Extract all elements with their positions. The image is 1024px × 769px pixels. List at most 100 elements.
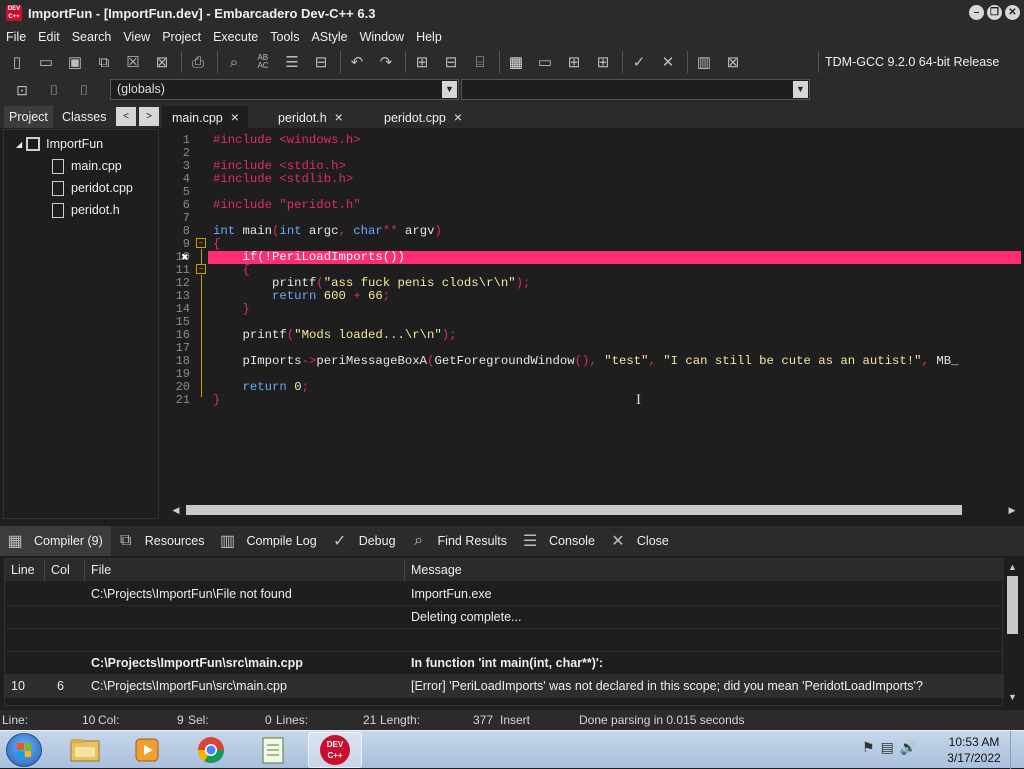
- open-file-icon[interactable]: ▭: [33, 50, 59, 74]
- tab-peridot-h[interactable]: peridot.h ×: [270, 106, 358, 130]
- chrome-icon[interactable]: [184, 732, 238, 768]
- close-tab-icon[interactable]: ×: [335, 109, 343, 125]
- goto-bookmark-icon[interactable]: ⊡: [10, 79, 34, 101]
- menu-view[interactable]: View: [117, 30, 156, 44]
- code-line[interactable]: printf("Mods loaded...\r\n");: [213, 329, 958, 342]
- table-row[interactable]: [5, 629, 1004, 652]
- horizontal-scrollbar[interactable]: ◀ ▶: [168, 502, 1020, 518]
- fold-toggle-icon[interactable]: −: [196, 264, 206, 274]
- chevron-down-icon[interactable]: ▼: [793, 81, 808, 98]
- redo-icon[interactable]: ↷: [373, 50, 399, 74]
- file-explorer-icon[interactable]: [58, 732, 112, 768]
- notepad-icon[interactable]: [246, 732, 300, 768]
- code-line[interactable]: #include "peridot.h": [213, 199, 958, 212]
- devcpp-icon[interactable]: DEV C++: [308, 732, 362, 768]
- menu-project[interactable]: Project: [156, 30, 207, 44]
- table-row[interactable]: C:\Projects\ImportFun\src\main.cpp In fu…: [5, 652, 1004, 675]
- tab-find-results[interactable]: ⌕ Find Results: [404, 526, 515, 556]
- code-line[interactable]: }: [213, 303, 958, 316]
- project-options-icon[interactable]: ⌸: [467, 50, 493, 74]
- network-icon[interactable]: ▤: [881, 739, 894, 756]
- code-line[interactable]: [213, 368, 958, 381]
- menu-tools[interactable]: Tools: [264, 30, 305, 44]
- menu-execute[interactable]: Execute: [207, 30, 264, 44]
- scroll-down-icon[interactable]: ▼: [1004, 690, 1021, 704]
- tab-debug[interactable]: ✓ Debug: [325, 526, 404, 556]
- table-row[interactable]: C:\Projects\ImportFun\File not found Imp…: [5, 583, 1004, 606]
- compile-icon[interactable]: ▦: [503, 50, 529, 74]
- media-player-icon[interactable]: [120, 732, 174, 768]
- run-icon[interactable]: ▭: [532, 50, 558, 74]
- tab-peridot-cpp[interactable]: peridot.cpp ×: [376, 106, 476, 130]
- delete-profile-icon[interactable]: ⊠: [720, 50, 746, 74]
- scroll-up-icon[interactable]: ▲: [1004, 560, 1021, 574]
- vertical-scrollbar[interactable]: ▲ ▼: [1004, 558, 1021, 706]
- close-file-icon[interactable]: ☒: [120, 50, 146, 74]
- menu-help[interactable]: Help: [410, 30, 448, 44]
- action-center-icon[interactable]: ⚑: [862, 739, 875, 756]
- menu-edit[interactable]: Edit: [32, 30, 66, 44]
- scroll-right-icon[interactable]: ▶: [1006, 504, 1018, 516]
- code-line[interactable]: pImports->periMessageBoxA(GetForegroundW…: [213, 355, 959, 368]
- close-all-icon[interactable]: ⊠: [149, 50, 175, 74]
- find-icon[interactable]: ⌕: [221, 50, 247, 74]
- minimize-icon[interactable]: –: [969, 5, 984, 20]
- save-all-icon[interactable]: ⧉: [91, 50, 117, 74]
- abort-compilation-icon[interactable]: ✕: [655, 50, 681, 74]
- scrollbar-thumb[interactable]: [1007, 576, 1018, 634]
- tabs-prev-button[interactable]: <: [116, 107, 136, 126]
- tree-file-main-cpp[interactable]: main.cpp: [52, 156, 122, 176]
- chevron-down-icon[interactable]: ▼: [442, 81, 457, 98]
- header-line[interactable]: Line: [5, 559, 45, 581]
- close-tab-icon[interactable]: ×: [231, 109, 239, 125]
- code-line[interactable]: return 600 + 66;: [213, 290, 958, 303]
- code-line[interactable]: int main(int argc, char** argv): [213, 225, 958, 238]
- tabs-next-button[interactable]: >: [139, 107, 159, 126]
- show-desktop-button[interactable]: [1010, 731, 1024, 769]
- header-file[interactable]: File: [85, 559, 405, 581]
- compile-run-icon[interactable]: ⊞: [561, 50, 587, 74]
- menu-search[interactable]: Search: [66, 30, 118, 44]
- system-clock[interactable]: 10:53 AM 3/17/2022: [946, 734, 1002, 766]
- scope-select[interactable]: (globals) ▼: [110, 79, 459, 100]
- code-line[interactable]: }: [213, 394, 958, 407]
- tree-file-peridot-h[interactable]: peridot.h: [52, 200, 120, 220]
- tree-project-node[interactable]: ◢ ImportFun: [16, 134, 103, 154]
- code-editor[interactable]: 1 2 3 4 5 6 7 8 9 10 11 12 13 14 15 16 17 18 19 20 21 ✖ − − …: [164, 128, 1021, 502]
- rebuild-all-icon[interactable]: ⊞: [590, 50, 616, 74]
- undo-icon[interactable]: ↶: [344, 50, 370, 74]
- toggle-bookmark-icon[interactable]: ⌷: [72, 79, 96, 101]
- tab-main-cpp[interactable]: main.cpp ×: [164, 106, 248, 130]
- code-line[interactable]: #include <stdlib.h>: [213, 173, 958, 186]
- table-row[interactable]: 10 6 C:\Projects\ImportFun\src\main.cpp …: [5, 675, 1004, 698]
- print-icon[interactable]: ⎙: [185, 50, 211, 74]
- new-project-icon[interactable]: ⊞: [409, 50, 435, 74]
- start-button[interactable]: [6, 733, 42, 767]
- profile-icon[interactable]: ▥: [691, 50, 717, 74]
- member-select[interactable]: ▼: [461, 79, 810, 100]
- header-message[interactable]: Message: [405, 559, 1004, 581]
- menu-file[interactable]: File: [0, 30, 32, 44]
- code-line[interactable]: if(!PeriLoadImports()): [213, 251, 958, 264]
- compiler-select[interactable]: TDM-GCC 9.2.0 64-bit Release: [818, 51, 1020, 73]
- tab-console[interactable]: ☰ Console: [515, 526, 603, 556]
- header-col[interactable]: Col: [45, 559, 85, 581]
- close-icon[interactable]: ✕: [1005, 5, 1020, 20]
- tab-compiler[interactable]: ▦ Compiler (9): [0, 526, 111, 556]
- bookmark-icon[interactable]: ⌷: [42, 79, 66, 101]
- volume-icon[interactable]: 🔊: [900, 739, 917, 756]
- restore-icon[interactable]: ❐: [987, 5, 1002, 20]
- tree-file-peridot-cpp[interactable]: peridot.cpp: [52, 178, 133, 198]
- new-file-icon[interactable]: ▯: [4, 50, 30, 74]
- remove-project-icon[interactable]: ⊟: [438, 50, 464, 74]
- code-line[interactable]: return 0;: [213, 381, 958, 394]
- close-tab-icon[interactable]: ×: [454, 109, 462, 125]
- save-icon[interactable]: ▣: [62, 50, 88, 74]
- scrollbar-thumb[interactable]: [186, 505, 962, 515]
- code-content[interactable]: #include <windows.h> #include <stdio.h> #…: [213, 134, 958, 407]
- table-row[interactable]: Deleting complete...: [5, 606, 1004, 629]
- goto-line-icon[interactable]: ☰: [279, 50, 305, 74]
- tab-classes[interactable]: Classes: [57, 106, 111, 128]
- fold-toggle-icon[interactable]: −: [196, 238, 206, 248]
- goto-function-icon[interactable]: ⊟: [308, 50, 334, 74]
